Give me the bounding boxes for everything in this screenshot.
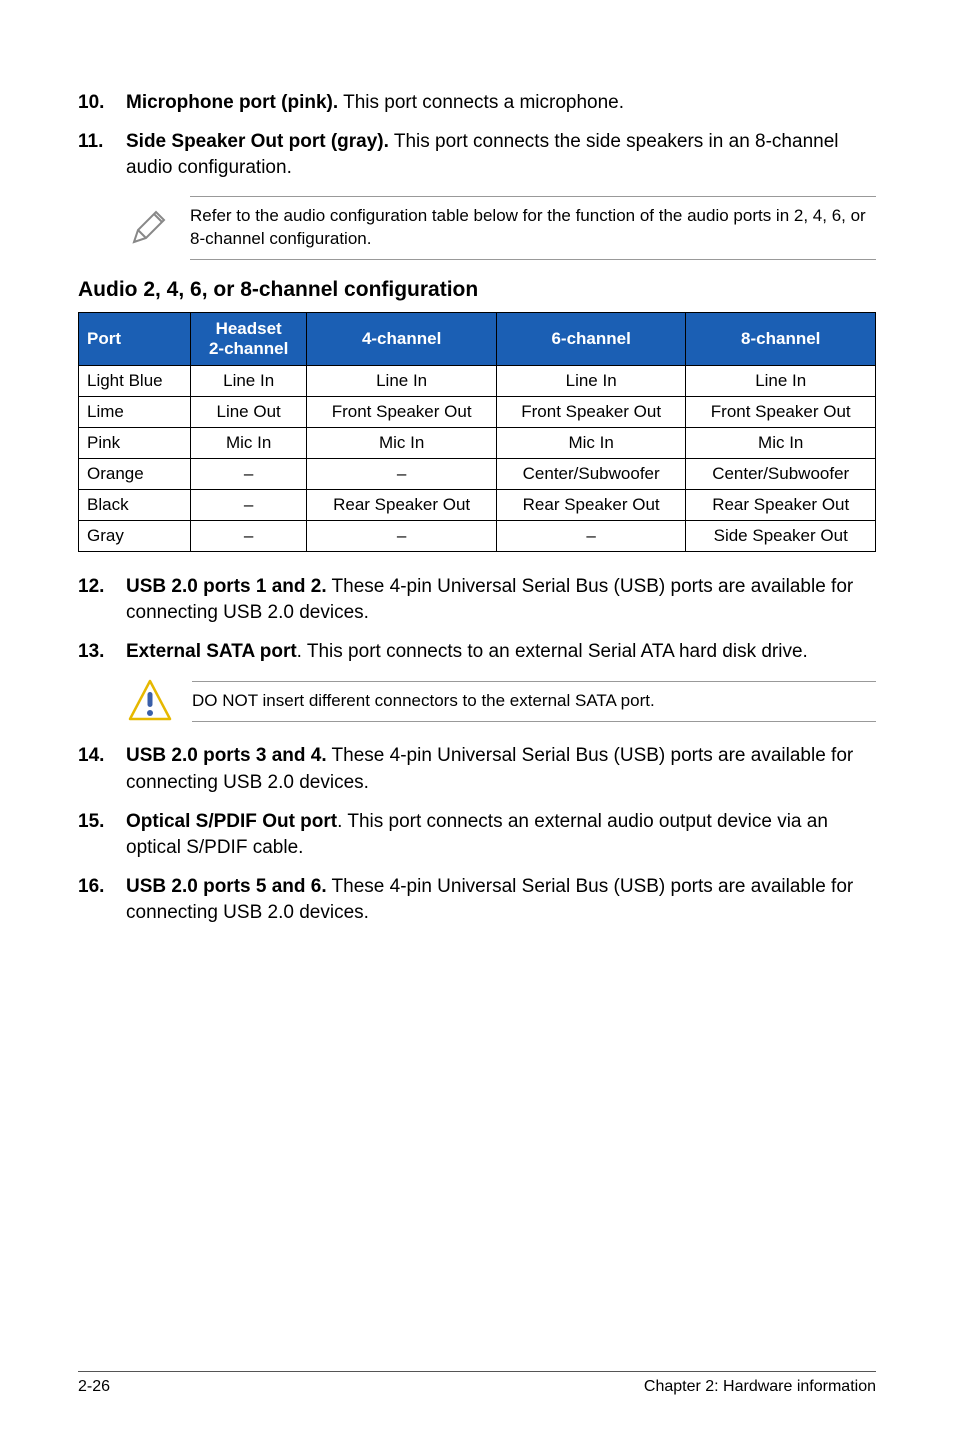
table-header: 8-channel	[686, 312, 876, 365]
item-number: 14.	[78, 743, 126, 796]
item-label: Optical S/PDIF Out port	[126, 811, 337, 832]
table-cell: Rear Speaker Out	[307, 489, 497, 520]
section-title: Audio 2, 4, 6, or 8-channel configuratio…	[78, 278, 876, 302]
table-cell: Rear Speaker Out	[686, 489, 876, 520]
item-label: External SATA port	[126, 641, 297, 662]
table-row: Black – Rear Speaker Out Rear Speaker Ou…	[79, 489, 876, 520]
table-row: Gray – – – Side Speaker Out	[79, 520, 876, 551]
table-row: Light Blue Line In Line In Line In Line …	[79, 365, 876, 396]
item-label: USB 2.0 ports 1 and 2.	[126, 576, 327, 597]
item-content: USB 2.0 ports 5 and 6. These 4-pin Unive…	[126, 874, 876, 927]
table-cell: Lime	[79, 396, 191, 427]
table-cell: –	[307, 458, 497, 489]
page-number: 2-26	[78, 1378, 110, 1396]
table-cell: –	[190, 489, 306, 520]
table-cell: Mic In	[686, 427, 876, 458]
item-number: 12.	[78, 574, 126, 627]
chapter-label: Chapter 2: Hardware information	[644, 1378, 876, 1396]
table-cell: Line In	[307, 365, 497, 396]
warning-triangle-icon	[126, 677, 174, 725]
table-cell: Center/Subwoofer	[686, 458, 876, 489]
table-cell: Line In	[190, 365, 306, 396]
table-cell: Front Speaker Out	[307, 396, 497, 427]
note-block: Refer to the audio configuration table b…	[126, 196, 876, 260]
item-content: USB 2.0 ports 3 and 4. These 4-pin Unive…	[126, 743, 876, 796]
pencil-icon	[126, 206, 170, 250]
table-cell: Mic In	[190, 427, 306, 458]
table-cell: Line In	[496, 365, 686, 396]
item-content: Optical S/PDIF Out port. This port conne…	[126, 809, 876, 862]
item-text: This port connects a microphone.	[338, 92, 624, 113]
table-cell: Side Speaker Out	[686, 520, 876, 551]
warning-block: DO NOT insert different connectors to th…	[126, 677, 876, 725]
item-label: USB 2.0 ports 3 and 4.	[126, 745, 327, 766]
table-row: Lime Line Out Front Speaker Out Front Sp…	[79, 396, 876, 427]
item-12: 12. USB 2.0 ports 1 and 2. These 4-pin U…	[78, 574, 876, 627]
header-line1: Headset	[216, 319, 282, 338]
table-cell: Pink	[79, 427, 191, 458]
item-number: 10.	[78, 90, 126, 117]
table-cell: Mic In	[496, 427, 686, 458]
table-header: 4-channel	[307, 312, 497, 365]
item-number: 11.	[78, 129, 126, 182]
item-content: External SATA port. This port connects t…	[126, 639, 876, 666]
table-cell: Front Speaker Out	[496, 396, 686, 427]
item-number: 16.	[78, 874, 126, 927]
table-header: Port	[79, 312, 191, 365]
table-cell: Black	[79, 489, 191, 520]
warning-text: DO NOT insert different connectors to th…	[192, 681, 876, 722]
audio-config-table: Port Headset 2-channel 4-channel 6-chann…	[78, 312, 876, 552]
item-14: 14. USB 2.0 ports 3 and 4. These 4-pin U…	[78, 743, 876, 796]
header-line2: 2-channel	[209, 339, 288, 358]
table-cell: Center/Subwoofer	[496, 458, 686, 489]
item-number: 15.	[78, 809, 126, 862]
item-content: Microphone port (pink). This port connec…	[126, 90, 876, 117]
item-16: 16. USB 2.0 ports 5 and 6. These 4-pin U…	[78, 874, 876, 927]
table-row: Pink Mic In Mic In Mic In Mic In	[79, 427, 876, 458]
item-content: USB 2.0 ports 1 and 2. These 4-pin Unive…	[126, 574, 876, 627]
table-header: 6-channel	[496, 312, 686, 365]
table-header: Headset 2-channel	[190, 312, 306, 365]
item-label: USB 2.0 ports 5 and 6.	[126, 876, 327, 897]
item-content: Side Speaker Out port (gray). This port …	[126, 129, 876, 182]
item-text: . This port connects to an external Seri…	[297, 641, 808, 662]
table-cell: Mic In	[307, 427, 497, 458]
item-number: 13.	[78, 639, 126, 666]
table-header-row: Port Headset 2-channel 4-channel 6-chann…	[79, 312, 876, 365]
item-11: 11. Side Speaker Out port (gray). This p…	[78, 129, 876, 182]
item-13: 13. External SATA port. This port connec…	[78, 639, 876, 666]
table-cell: Light Blue	[79, 365, 191, 396]
table-cell: Line Out	[190, 396, 306, 427]
table-cell: –	[190, 458, 306, 489]
table-cell: Rear Speaker Out	[496, 489, 686, 520]
table-cell: –	[496, 520, 686, 551]
table-cell: Gray	[79, 520, 191, 551]
page-footer: 2-26 Chapter 2: Hardware information	[78, 1371, 876, 1396]
table-row: Orange – – Center/Subwoofer Center/Subwo…	[79, 458, 876, 489]
table-cell: –	[307, 520, 497, 551]
item-label: Microphone port (pink).	[126, 92, 338, 113]
item-10: 10. Microphone port (pink). This port co…	[78, 90, 876, 117]
table-cell: Line In	[686, 365, 876, 396]
item-15: 15. Optical S/PDIF Out port. This port c…	[78, 809, 876, 862]
item-label: Side Speaker Out port (gray).	[126, 131, 389, 152]
table-cell: Orange	[79, 458, 191, 489]
table-cell: –	[190, 520, 306, 551]
table-cell: Front Speaker Out	[686, 396, 876, 427]
note-text: Refer to the audio configuration table b…	[190, 196, 876, 260]
